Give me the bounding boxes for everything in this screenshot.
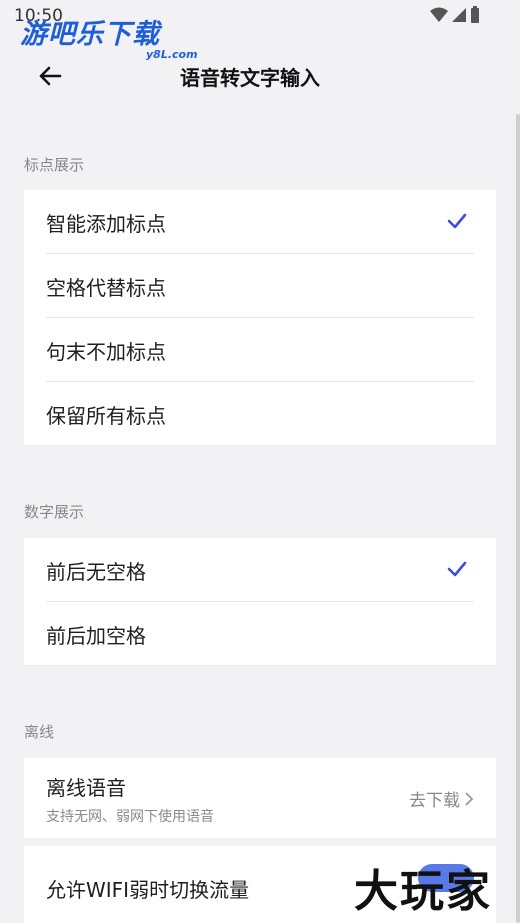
offline-voice-item[interactable]: 离线语音 支持无网、弱网下使用语音 去下载 <box>46 758 474 828</box>
offline-voice-label: 离线语音 <box>46 776 126 800</box>
wifi-icon <box>430 7 448 22</box>
section-title-punctuation: 标点展示 <box>24 156 85 174</box>
section-title-numbers: 数字展示 <box>24 503 85 521</box>
scrollbar[interactable] <box>516 114 520 923</box>
option-smart-punctuation[interactable]: 智能添加标点 <box>46 190 474 254</box>
option-space-replace-punctuation[interactable]: 空格代替标点 <box>46 254 474 318</box>
numbers-card: 前后无空格 前后加空格 <box>24 538 496 665</box>
download-link[interactable]: 去下载 <box>409 786 474 811</box>
status-icons <box>430 6 480 24</box>
option-label: 前后无空格 <box>46 560 146 584</box>
option-no-end-punctuation[interactable]: 句末不加标点 <box>46 318 474 382</box>
option-no-space[interactable]: 前后无空格 <box>46 538 474 602</box>
download-link-label: 去下载 <box>409 791 460 811</box>
wifi-switch-label: 允许WIFI弱时切换流量 <box>46 878 250 902</box>
section-title-offline: 离线 <box>24 723 55 741</box>
page-title: 语音转文字输入 <box>180 66 320 90</box>
offline-voice-description: 支持无网、弱网下使用语音 <box>46 809 214 825</box>
watermark-top-main: 游吧乐下载 <box>20 19 160 50</box>
option-add-space[interactable]: 前后加空格 <box>46 602 474 665</box>
option-label: 保留所有标点 <box>46 404 166 428</box>
check-icon <box>447 213 467 229</box>
option-label: 空格代替标点 <box>46 276 166 300</box>
punctuation-card: 智能添加标点 空格代替标点 句末不加标点 保留所有标点 <box>24 190 496 445</box>
offline-card: 离线语音 支持无网、弱网下使用语音 去下载 <box>24 758 496 838</box>
option-keep-all-punctuation[interactable]: 保留所有标点 <box>46 382 474 445</box>
option-label: 前后加空格 <box>46 624 146 648</box>
chevron-right-icon <box>465 791 474 806</box>
check-icon <box>447 561 467 577</box>
header: 语音转文字输入 <box>0 48 520 104</box>
back-arrow-icon <box>39 66 62 86</box>
option-label: 智能添加标点 <box>46 212 166 236</box>
watermark-bottom: 大玩家 <box>354 866 492 917</box>
back-button[interactable] <box>34 60 66 92</box>
option-label: 句末不加标点 <box>46 340 166 364</box>
battery-icon <box>471 6 479 23</box>
signal-icon <box>452 8 466 22</box>
